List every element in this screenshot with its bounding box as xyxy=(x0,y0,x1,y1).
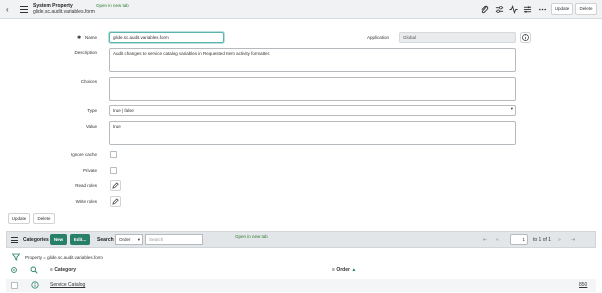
write-roles-edit-button[interactable] xyxy=(110,196,121,207)
open-in-new-tab-link[interactable]: Open in new tab xyxy=(96,3,129,9)
page-input[interactable]: 1 xyxy=(510,234,528,245)
activity-icon[interactable] xyxy=(509,5,518,14)
sort-ascending-icon: ▲ xyxy=(351,267,357,273)
next-page-icon[interactable]: » xyxy=(558,237,561,243)
search-icon[interactable] xyxy=(30,266,38,274)
read-roles-edit-button[interactable] xyxy=(110,180,121,191)
description-label: Description xyxy=(74,50,97,55)
related-list-toolbar xyxy=(6,231,596,248)
ignore-cache-label: Ignore cache xyxy=(70,152,97,157)
menu-icon[interactable] xyxy=(20,6,28,13)
private-label: Private xyxy=(82,168,97,173)
value-textarea[interactable]: true xyxy=(109,121,516,145)
related-list-title: Categories xyxy=(23,237,49,243)
search-field-select-value: Order xyxy=(119,237,131,242)
column-header-order[interactable]: ≡ Order ▲ xyxy=(332,267,356,273)
more-icon[interactable] xyxy=(538,5,547,14)
info-icon[interactable] xyxy=(31,281,39,289)
search-field-select[interactable]: Order ▾ xyxy=(115,234,143,245)
ignore-cache-checkbox[interactable] xyxy=(110,151,117,158)
application-label: Application xyxy=(366,35,389,40)
prev-page-icon[interactable]: « xyxy=(496,237,499,243)
update-button[interactable]: Update xyxy=(8,213,30,224)
row-select-checkbox[interactable] xyxy=(11,282,18,289)
chevron-down-icon: ▾ xyxy=(510,106,513,111)
search-label: Search xyxy=(97,237,114,243)
read-roles-label: Read roles xyxy=(75,183,97,188)
back-icon[interactable]: ‹ xyxy=(6,5,14,14)
filter-breadcrumb[interactable]: Property = glide.sc.audit.variables.form xyxy=(25,255,103,261)
delete-button[interactable]: Delete xyxy=(33,213,55,224)
category-link[interactable]: Service Catalog xyxy=(50,282,85,288)
info-icon[interactable] xyxy=(520,32,531,43)
type-label: Type xyxy=(87,108,97,113)
settings-icon[interactable] xyxy=(523,5,532,14)
table-row xyxy=(6,279,596,292)
page-subtitle: glide.sc.audit.variables.form xyxy=(33,9,95,15)
pencil-icon xyxy=(112,198,119,205)
page-range-text: to 1 of 1 xyxy=(533,237,552,243)
column-header-category-label: Category xyxy=(54,267,76,273)
header-update-button[interactable]: Update xyxy=(551,3,573,15)
first-page-icon[interactable]: ⇤ xyxy=(483,237,487,243)
name-input[interactable]: glide.sc.audit.variables.form xyxy=(109,32,224,43)
filter-icon[interactable] xyxy=(12,253,20,261)
column-header-category[interactable]: ≡ Category xyxy=(50,267,76,273)
edit-button[interactable]: Edit... xyxy=(70,234,90,245)
type-select-value: true | false xyxy=(113,108,134,113)
column-header-order-label: Order xyxy=(336,267,350,273)
paperclip-icon[interactable] xyxy=(480,5,489,14)
last-page-icon[interactable]: ⇥ xyxy=(571,237,575,243)
choices-textarea[interactable] xyxy=(109,77,516,101)
column-menu-icon: ≡ xyxy=(50,267,53,273)
search-input[interactable]: Search xyxy=(145,234,203,245)
private-checkbox[interactable] xyxy=(110,167,117,174)
choices-label: Choices xyxy=(80,79,97,84)
sliders-icon[interactable] xyxy=(495,5,504,14)
type-select[interactable]: true | false ▾ xyxy=(109,105,516,116)
name-label: Name xyxy=(84,35,97,40)
pencil-icon xyxy=(112,182,119,189)
list-menu-icon[interactable] xyxy=(11,237,18,243)
chevron-down-icon: ▾ xyxy=(137,237,140,242)
order-cell[interactable]: 850 xyxy=(579,282,587,288)
new-button[interactable]: New xyxy=(50,234,67,245)
column-menu-icon: ≡ xyxy=(332,267,335,273)
write-roles-label: Write roles xyxy=(75,199,97,204)
application-field: Global xyxy=(399,32,516,43)
header-delete-button[interactable]: Delete xyxy=(575,3,597,15)
related-open-in-new-tab-link[interactable]: Open in new tab xyxy=(235,234,268,240)
description-textarea[interactable]: Audit changes to service catalog variabl… xyxy=(109,48,516,72)
value-label: Value xyxy=(85,124,97,129)
gear-icon[interactable] xyxy=(10,266,18,274)
